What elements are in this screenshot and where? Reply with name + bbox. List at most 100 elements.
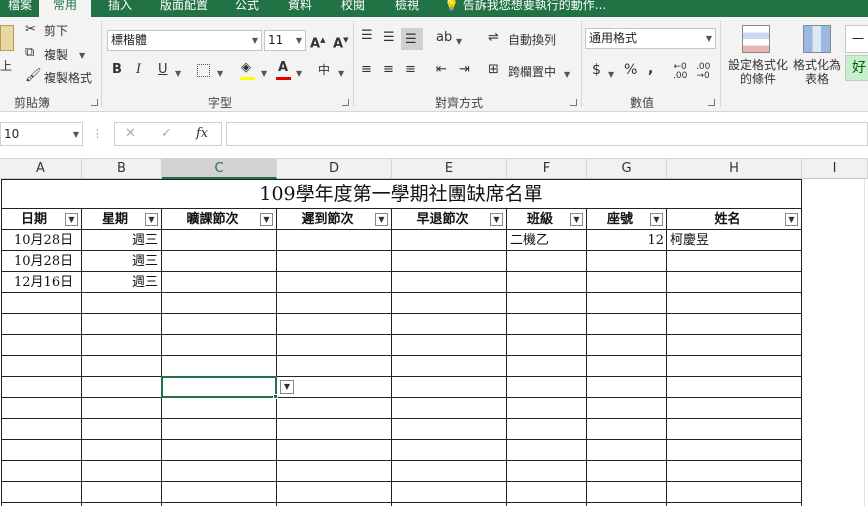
font-color-button[interactable]: A (278, 60, 288, 76)
filter-dropdown-late[interactable]: ▼ (375, 213, 388, 226)
font-launcher-icon[interactable] (342, 99, 349, 106)
wrap-text-button[interactable]: 自動換列 (508, 31, 556, 48)
currency-button[interactable]: $ (592, 62, 601, 78)
border-icon[interactable] (197, 64, 210, 77)
orientation-icon[interactable]: ab (436, 30, 452, 46)
formula-input[interactable] (226, 122, 868, 146)
cell-b4[interactable]: 週三 (82, 251, 158, 272)
column-header-c[interactable]: C (162, 159, 277, 179)
filter-dropdown-absent[interactable]: ▼ (260, 213, 273, 226)
tab-formulas[interactable]: 公式 (231, 0, 263, 17)
column-header-d[interactable]: D (277, 159, 392, 179)
phonetic-guide-button[interactable]: 中 (318, 62, 330, 78)
filter-dropdown-name[interactable]: ▼ (785, 213, 798, 226)
bold-button[interactable]: B (112, 62, 122, 78)
filter-dropdown-date[interactable]: ▼ (65, 213, 78, 226)
column-header-g[interactable]: G (587, 159, 667, 179)
align-middle-icon[interactable]: ☰ (383, 30, 395, 46)
number-launcher-icon[interactable] (708, 99, 715, 106)
increase-font-size-icon[interactable]: A▲ (310, 32, 325, 52)
currency-dropdown-icon[interactable]: ▼ (608, 67, 614, 83)
enter-icon[interactable]: ✓ (161, 126, 172, 142)
comma-button[interactable]: , (648, 61, 653, 77)
format-as-table-button[interactable]: 格式化為表格 (791, 58, 843, 86)
orientation-dropdown-icon[interactable]: ▼ (456, 34, 462, 50)
name-box[interactable]: 10 ▼ (0, 122, 83, 146)
tab-home[interactable]: 常用 (39, 0, 91, 17)
font-name-combo[interactable]: 標楷體 ▼ (107, 30, 262, 51)
align-right-icon[interactable]: ≡ (405, 62, 416, 78)
filter-dropdown-early[interactable]: ▼ (490, 213, 503, 226)
border-dropdown-icon[interactable]: ▼ (217, 66, 223, 82)
merge-dropdown-icon[interactable]: ▼ (564, 67, 570, 83)
header-name[interactable]: 姓名 (667, 209, 802, 230)
cancel-icon[interactable]: ✕ (125, 126, 136, 142)
number-format-combo[interactable]: 通用格式 ▼ (585, 28, 716, 49)
increase-decimal-icon[interactable]: ←0.00 (673, 63, 687, 81)
cell-a4[interactable]: 10月28日 (14, 251, 73, 272)
cell-b3[interactable]: 週三 (82, 230, 158, 251)
align-top-icon[interactable]: ☰ (361, 28, 373, 44)
paste-button-label[interactable]: 上 (0, 57, 12, 74)
cell-b5[interactable]: 週三 (82, 272, 158, 293)
copy-dropdown-icon[interactable]: ▼ (79, 48, 85, 64)
column-header-f[interactable]: F (507, 159, 587, 179)
font-color-dropdown-icon[interactable]: ▼ (296, 66, 302, 82)
cell-style-normal[interactable]: 一般 (845, 25, 868, 53)
sheet-title[interactable]: 109學年度第一學期社團缺席名單 (0, 180, 802, 208)
conditional-formatting-icon[interactable] (742, 25, 770, 53)
align-left-icon[interactable]: ≡ (361, 62, 372, 78)
italic-button[interactable]: I (136, 62, 141, 78)
phonetic-dropdown-icon[interactable]: ▼ (338, 66, 344, 82)
cell-h3[interactable]: 柯慶昱 (670, 230, 709, 251)
fill-handle[interactable] (273, 394, 278, 399)
paste-icon[interactable] (0, 25, 14, 51)
cell-a3[interactable]: 10月28日 (14, 230, 73, 251)
format-painter-icon[interactable]: 🖌 (25, 68, 42, 84)
tab-view[interactable]: 檢視 (391, 0, 423, 17)
worksheet-grid[interactable]: 109學年度第一學期社團缺席名單 日期 星期 曠課節次 遲到節次 早退節次 班級… (0, 179, 868, 506)
decrease-decimal-icon[interactable]: .00 →0 (696, 63, 710, 81)
column-header-a[interactable]: A (0, 159, 82, 179)
font-size-combo[interactable]: 11 ▼ (264, 30, 306, 51)
percent-button[interactable]: % (624, 62, 637, 78)
column-header-h[interactable]: H (667, 159, 802, 179)
format-painter-button[interactable]: 複製格式 (44, 69, 92, 86)
cut-button[interactable]: 剪下 (44, 22, 68, 39)
alignment-launcher-icon[interactable] (570, 99, 577, 106)
tab-insert[interactable]: 插入 (102, 0, 138, 17)
cell-g3[interactable]: 12 (587, 230, 664, 251)
filter-dropdown-seat[interactable]: ▼ (650, 213, 663, 226)
merge-center-icon[interactable]: ⊞ (488, 62, 499, 78)
underline-dropdown-icon[interactable]: ▼ (175, 66, 181, 82)
column-header-e[interactable]: E (392, 159, 507, 179)
increase-indent-icon[interactable]: ⇥ (459, 62, 470, 78)
merge-center-button[interactable]: 跨欄置中 (508, 63, 556, 80)
conditional-formatting-button[interactable]: 設定格式化的條件 (725, 58, 791, 86)
cell-f3[interactable]: 二機乙 (510, 230, 549, 251)
cut-icon[interactable]: ✂ (25, 22, 36, 38)
fill-color-dropdown-icon[interactable]: ▼ (261, 66, 267, 82)
column-header-i[interactable]: I (802, 159, 868, 179)
copy-button[interactable]: 複製 (44, 46, 68, 63)
filter-dropdown-class[interactable]: ▼ (570, 213, 583, 226)
cell-style-good[interactable]: 好 (845, 55, 868, 81)
filter-dropdown-weekday[interactable]: ▼ (145, 213, 158, 226)
decrease-font-size-icon[interactable]: A▼ (333, 32, 348, 52)
wrap-text-icon[interactable]: ⇌ (488, 30, 499, 46)
underline-button[interactable]: U (158, 62, 168, 78)
cell-a5[interactable]: 12月16日 (14, 272, 73, 293)
clipboard-launcher-icon[interactable] (91, 99, 98, 106)
tab-page-layout[interactable]: 版面配置 (156, 0, 212, 17)
tab-review[interactable]: 校閱 (337, 0, 369, 17)
align-center-icon[interactable]: ≡ (383, 62, 394, 78)
tell-me-box[interactable]: 💡 告訴我您想要執行的動作... (444, 0, 624, 17)
cell-dropdown-button[interactable]: ▼ (280, 380, 294, 394)
copy-icon[interactable]: ⧉ (25, 45, 34, 61)
decrease-indent-icon[interactable]: ⇤ (436, 62, 447, 78)
column-header-b[interactable]: B (82, 159, 162, 179)
fill-color-icon[interactable]: ◈ (241, 60, 251, 76)
format-as-table-icon[interactable] (803, 25, 831, 53)
insert-function-icon[interactable]: fx (196, 126, 208, 142)
tab-data[interactable]: 資料 (284, 0, 316, 17)
